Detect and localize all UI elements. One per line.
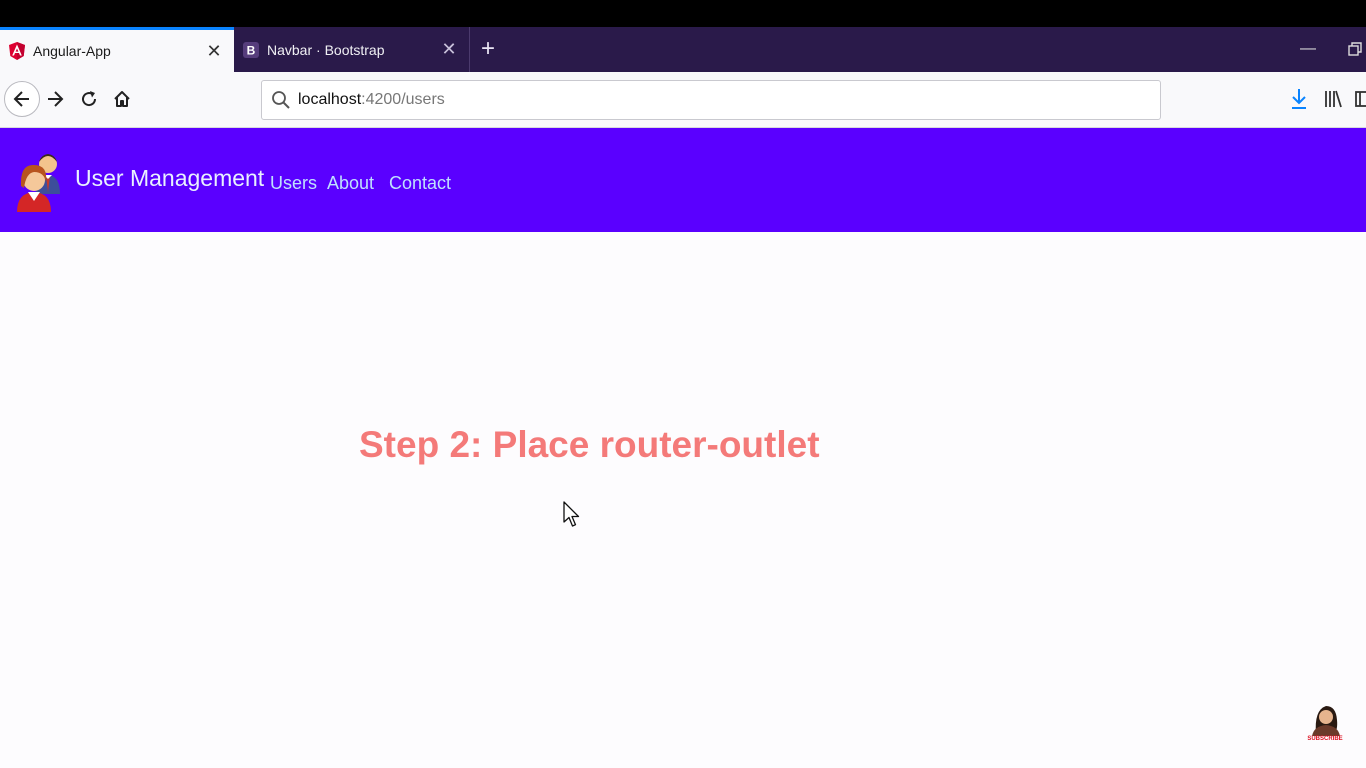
new-tab-plus-icon[interactable]: + <box>474 35 502 63</box>
step-headline: Step 2: Place router-outlet <box>359 424 820 465</box>
close-icon[interactable]: ✕ <box>435 36 463 64</box>
minimize-icon[interactable]: — <box>1296 37 1320 61</box>
angular-icon <box>9 42 25 60</box>
sidebar-icon[interactable] <box>1355 88 1366 115</box>
library-icon[interactable] <box>1323 88 1343 115</box>
tab-title: Angular-App <box>33 43 111 59</box>
svg-text:B: B <box>247 43 256 57</box>
main-content: Step 2: Place router-outlet <box>0 232 1366 768</box>
subscribe-watermark[interactable]: SUBSCRIBE <box>1304 700 1346 742</box>
nav-link-users[interactable]: Users <box>270 173 317 194</box>
tab-title: Navbar · Bootstrap <box>267 41 385 58</box>
download-icon[interactable] <box>1289 88 1309 115</box>
url-text: localhost:4200/users <box>298 91 445 109</box>
close-icon[interactable]: ✕ <box>200 37 228 65</box>
subscribe-label: SUBSCRIBE <box>1307 736 1343 742</box>
mouse-cursor-icon <box>563 501 581 529</box>
brand-title[interactable]: User Management <box>75 165 264 192</box>
back-arrow-icon[interactable] <box>4 81 40 117</box>
bootstrap-icon: B <box>243 41 259 59</box>
restore-window-icon[interactable] <box>1343 37 1366 61</box>
presenter-avatar-icon <box>1312 706 1340 736</box>
screen-top-bar <box>0 0 1366 27</box>
users-logo-icon <box>14 146 66 214</box>
app-navbar: User Management Users About Contact <box>0 128 1366 232</box>
url-path: :4200/users <box>361 91 445 108</box>
url-host: localhost <box>298 91 362 108</box>
tab-navbar-bootstrap[interactable]: B Navbar · Bootstrap ✕ <box>234 27 470 72</box>
forward-arrow-icon[interactable] <box>38 82 72 116</box>
browser-toolbar: localhost:4200/users <box>0 72 1366 128</box>
home-icon[interactable] <box>105 82 139 116</box>
search-icon <box>271 90 291 110</box>
nav-link-contact[interactable]: Contact <box>389 173 451 194</box>
address-bar[interactable]: localhost:4200/users <box>261 80 1161 120</box>
browser-tab-strip: Angular-App ✕ B Navbar · Bootstrap ✕ + — <box>0 27 1366 72</box>
nav-link-about[interactable]: About <box>327 173 374 194</box>
tab-angular-app[interactable]: Angular-App ✕ <box>0 27 234 72</box>
reload-icon[interactable] <box>72 82 106 116</box>
